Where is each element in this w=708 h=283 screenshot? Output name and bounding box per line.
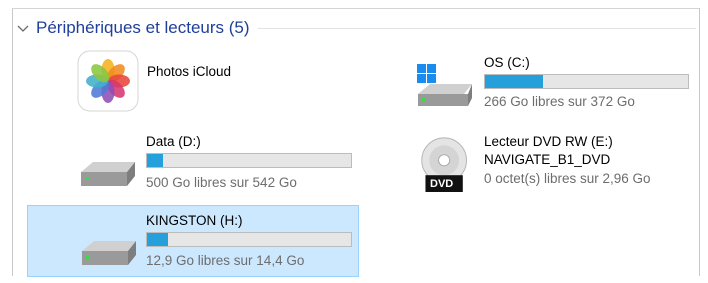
drive-space: 500 Go libres sur 542 Go xyxy=(146,175,297,190)
drive-name: Data (D:) xyxy=(146,134,201,149)
chevron-down-icon[interactable] xyxy=(16,21,30,35)
drive-tile-os-c[interactable]: OS (C:) 266 Go libres sur 372 Go xyxy=(414,48,694,114)
pane-top-border xyxy=(12,8,700,9)
pane-left-border xyxy=(12,8,13,276)
dvd-badge: DVD xyxy=(430,178,454,190)
group-divider xyxy=(257,27,696,29)
drive-tile-data-d[interactable]: Data (D:) 500 Go libres sur 542 Go xyxy=(74,128,356,194)
drive-usage-fill xyxy=(147,233,169,246)
drive-space: 12,9 Go libres sur 14,4 Go xyxy=(146,253,305,268)
drive-tile-dvd-e[interactable]: DVD Lecteur DVD RW (E:) NAVIGATE_B1_DVD … xyxy=(414,128,694,194)
drive-usage-fill xyxy=(147,154,163,167)
drive-space: 0 octet(s) libres sur 2,96 Go xyxy=(484,171,651,186)
disc-label: NAVIGATE_B1_DVD xyxy=(484,152,611,167)
windows-drive-icon xyxy=(417,64,472,106)
drive-name: Lecteur DVD RW (E:) xyxy=(484,134,613,149)
devices-group-header[interactable]: Périphériques et lecteurs (5) xyxy=(14,14,698,42)
drive-space: 266 Go libres sur 372 Go xyxy=(484,94,635,109)
drive-usage-fill xyxy=(485,75,543,88)
drive-name: OS (C:) xyxy=(484,55,530,70)
drive-usage-bar xyxy=(484,74,689,89)
device-name: Photos iCloud xyxy=(147,64,232,79)
hard-drive-icon xyxy=(82,241,136,265)
photos-icloud-icon xyxy=(77,50,139,112)
group-title: Périphériques et lecteurs (5) xyxy=(36,18,250,37)
right-margin xyxy=(700,0,708,283)
left-margin xyxy=(0,0,12,283)
drive-usage-bar xyxy=(146,232,352,247)
hard-drive-icon xyxy=(81,162,135,186)
drive-tile-kingston-h[interactable]: KINGSTON (H:) 12,9 Go libres sur 14,4 Go xyxy=(27,205,359,277)
device-tile-photos-icloud[interactable]: Photos iCloud xyxy=(74,48,344,114)
drive-name: KINGSTON (H:) xyxy=(146,213,243,228)
drive-usage-bar xyxy=(146,153,352,168)
